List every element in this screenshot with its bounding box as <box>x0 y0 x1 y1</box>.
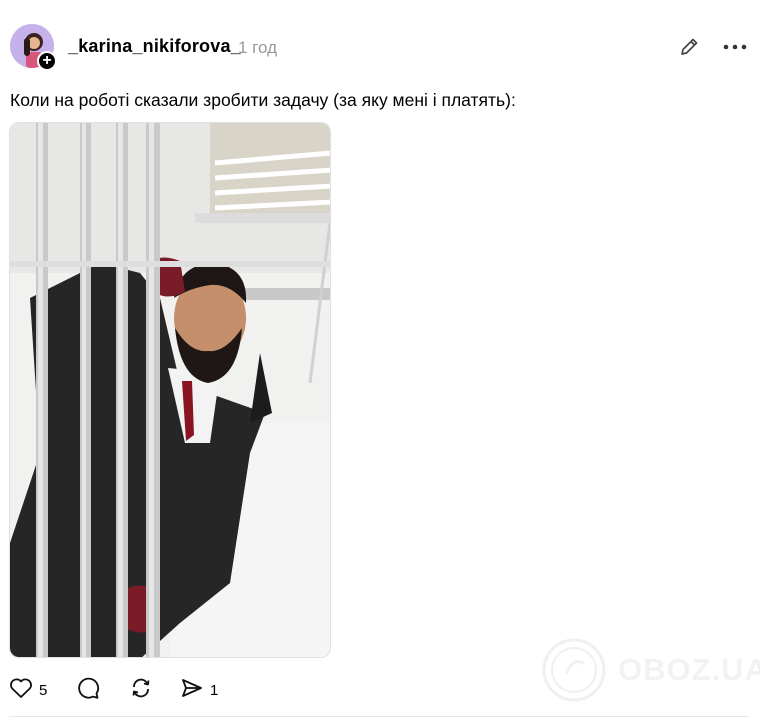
comment-button[interactable] <box>76 677 100 703</box>
photo-illustration <box>10 123 330 657</box>
share-button[interactable]: 1 <box>180 677 218 703</box>
avatar-wrap[interactable]: + <box>10 24 57 71</box>
post-caption: Коли на роботі сказали зробити задачу (з… <box>10 90 516 110</box>
more-dots-icon[interactable] <box>722 36 748 58</box>
username[interactable]: _karina_nikiforova_ <box>68 36 241 57</box>
comment-bubble-icon <box>76 676 100 705</box>
oboz-logo-icon <box>542 638 606 702</box>
like-count: 5 <box>39 681 48 699</box>
repost-arrows-icon <box>129 676 153 705</box>
watermark-text: OBOZ.UA <box>618 652 760 687</box>
post-image[interactable] <box>9 122 331 658</box>
thread-post: + _karina_nikiforova_ 1 год Коли на робо… <box>0 0 760 720</box>
oboz-watermark: OBOZ.UA <box>540 636 760 706</box>
follow-plus-icon[interactable]: + <box>37 51 57 71</box>
post-timestamp: 1 год <box>238 38 278 57</box>
like-button[interactable]: 5 <box>9 677 47 703</box>
pencil-icon[interactable] <box>678 36 700 58</box>
share-count: 1 <box>210 681 219 699</box>
send-icon <box>180 676 204 705</box>
repost-button[interactable] <box>129 677 153 703</box>
post-divider <box>9 716 749 717</box>
heart-icon <box>9 677 33 704</box>
